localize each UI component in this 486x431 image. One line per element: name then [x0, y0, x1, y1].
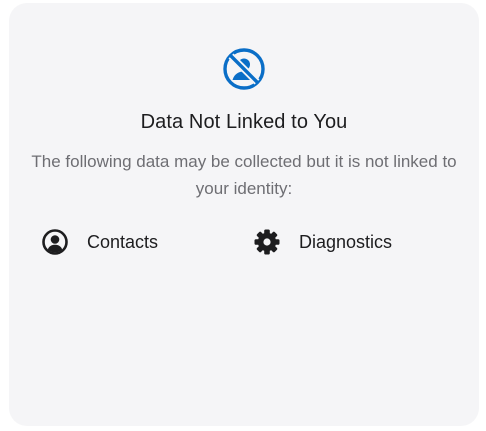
gear-icon — [253, 228, 281, 256]
unlinked-person-icon — [220, 45, 268, 93]
card-title: Data Not Linked to You — [140, 111, 348, 133]
card-description: The following data may be collected but … — [31, 152, 457, 198]
person-circle-icon — [41, 228, 69, 256]
privacy-card: Data Not Linked to You The following dat… — [9, 3, 479, 426]
data-item-diagnostics: Diagnostics — [253, 227, 392, 257]
data-item-label: Contacts — [87, 231, 159, 252]
data-item-label: Diagnostics — [299, 231, 393, 252]
data-item-contacts: Contacts — [41, 227, 158, 257]
